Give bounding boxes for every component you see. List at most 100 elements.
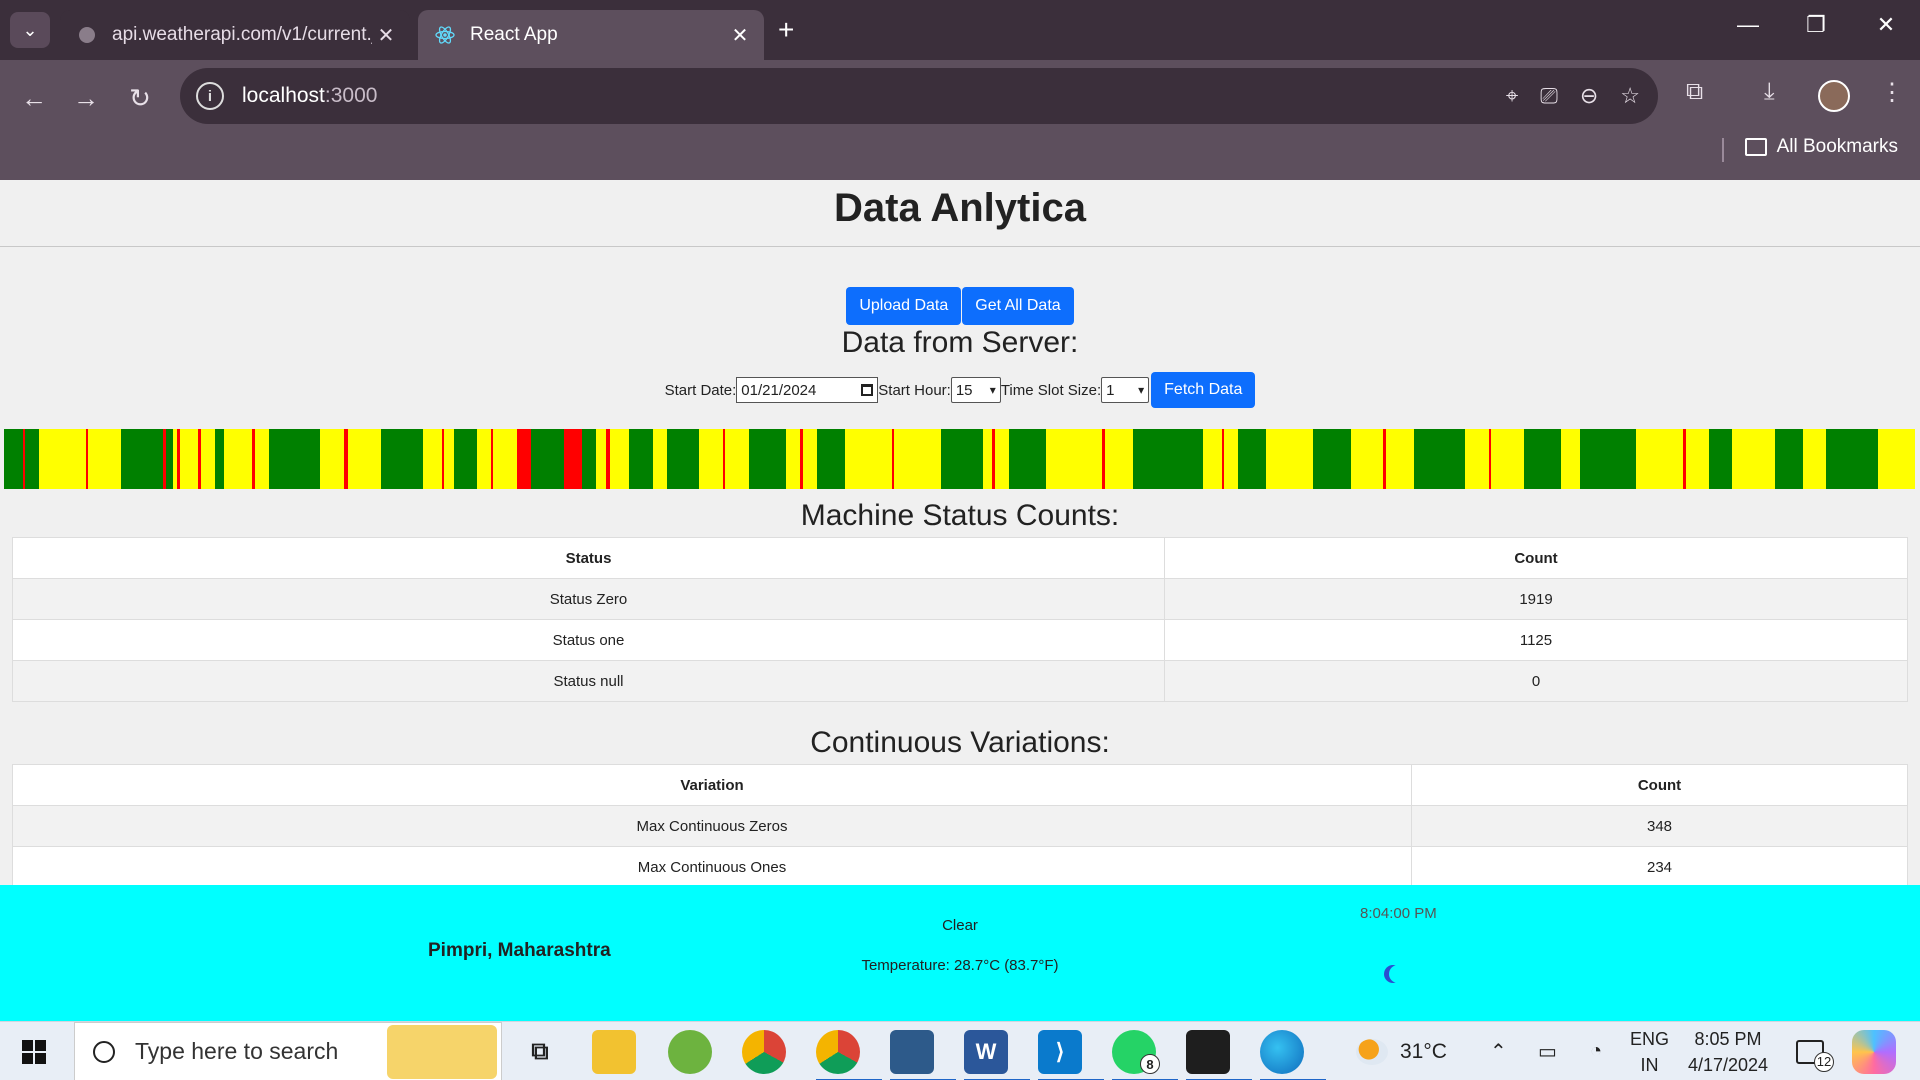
copilot-icon[interactable]: [1852, 1030, 1896, 1074]
close-icon[interactable]: ✕: [726, 23, 754, 48]
machine-status-heading: Machine Status Counts:: [800, 499, 1120, 532]
weather-widget[interactable]: 31°C: [1356, 1022, 1447, 1080]
status-segment: [381, 429, 424, 489]
bookmark-star-icon[interactable]: ☆: [1620, 83, 1640, 109]
browser-tab-bar: ⌄ api.weatherapi.com/v1/current.j ✕ Reac…: [0, 0, 1920, 60]
back-icon[interactable]: ←: [14, 78, 54, 118]
status-segment: [1561, 429, 1581, 489]
install-app-icon[interactable]: ⎚: [1540, 83, 1558, 109]
close-window-icon[interactable]: ✕: [1866, 12, 1906, 38]
status-segment: [320, 429, 344, 489]
mysql-workbench-icon[interactable]: [890, 1030, 956, 1080]
status-count: 1919: [1164, 578, 1908, 620]
table-row: Max Continuous Zeros 348: [12, 805, 1908, 847]
minimize-icon[interactable]: —: [1728, 12, 1768, 38]
network-icon[interactable]: ◔: [1590, 1022, 1602, 1080]
column-header: Variation: [12, 764, 1412, 806]
calendar-icon[interactable]: [861, 384, 874, 396]
variation-label: Max Continuous Ones: [12, 846, 1412, 885]
whatsapp-icon[interactable]: 8: [1112, 1030, 1178, 1080]
task-view-icon[interactable]: ⧉: [518, 1030, 562, 1074]
zoom-icon[interactable]: ⊖: [1580, 83, 1598, 109]
status-segment: [423, 429, 442, 489]
chrome-profile-icon[interactable]: [816, 1030, 882, 1080]
variation-label: Max Continuous Zeros: [12, 805, 1412, 847]
forward-icon[interactable]: →: [66, 78, 106, 118]
weather-temperature: Temperature: 28.7°C (83.7°F): [861, 957, 1059, 974]
start-date-label: Start Date:: [664, 381, 737, 399]
status-segment: [893, 429, 941, 489]
chrome-icon[interactable]: [742, 1030, 786, 1074]
status-segment: [1266, 429, 1314, 489]
reload-icon[interactable]: ↻: [120, 78, 160, 118]
new-tab-icon[interactable]: +: [778, 14, 794, 46]
status-segment: [1580, 429, 1637, 489]
status-label: Status one: [12, 619, 1165, 661]
notifications-icon[interactable]: 12: [1796, 1022, 1834, 1080]
status-segment: [1132, 429, 1204, 489]
battery-icon[interactable]: ▭: [1538, 1022, 1557, 1080]
status-segment: [940, 429, 983, 489]
upload-data-button[interactable]: Upload Data: [846, 287, 962, 325]
tab-title: api.weatherapi.com/v1/current.j: [112, 24, 372, 45]
site-info-icon[interactable]: i: [196, 82, 224, 110]
table-row: Status one 1125: [12, 619, 1908, 661]
vscode-icon[interactable]: ⟩: [1038, 1030, 1104, 1080]
taskbar-temperature: 31°C: [1400, 1039, 1447, 1063]
extensions-icon[interactable]: ⧉: [1686, 78, 1703, 106]
tab-weatherapi[interactable]: api.weatherapi.com/v1/current.j ✕: [60, 10, 410, 60]
terminal-icon[interactable]: [1186, 1030, 1252, 1080]
all-bookmarks-button[interactable]: All Bookmarks: [1744, 136, 1898, 158]
status-segment: [1413, 429, 1466, 489]
windows-taskbar: Type here to search ⧉ W ⟩ 8 31°C ⌃ ▭ ◔ E…: [0, 1021, 1920, 1080]
folder-icon: [1744, 138, 1767, 156]
weather-cloud-icon: [1356, 1038, 1388, 1065]
table-row: Max Continuous Ones 234: [12, 846, 1908, 885]
status-segment: [200, 429, 215, 489]
status-segment: [224, 429, 253, 489]
spring-tool-icon[interactable]: [668, 1030, 712, 1074]
status-segment: [802, 429, 817, 489]
start-date-input[interactable]: 01/21/2024: [736, 377, 879, 403]
download-icon[interactable]: ⤓: [1764, 78, 1775, 106]
close-icon[interactable]: ✕: [372, 23, 400, 48]
browser-toolbar: ← → ↻ i localhost:3000 ⌖ ⎚ ⊖ ☆ ⧉ ⤓ ⋮ All…: [0, 60, 1920, 180]
status-segment: [453, 429, 478, 489]
taskbar-search[interactable]: Type here to search: [74, 1022, 502, 1080]
clock[interactable]: 8:05 PM 4/17/2024: [1686, 1022, 1770, 1080]
status-segment: [596, 429, 606, 489]
get-all-data-button[interactable]: Get All Data: [962, 287, 1074, 325]
status-segment: [25, 429, 40, 489]
word-icon[interactable]: W: [964, 1030, 1030, 1080]
show-hidden-icons[interactable]: ⌃: [1490, 1022, 1507, 1080]
status-segment: [748, 429, 787, 489]
variations-table: Variation Count Max Continuous Zeros 348…: [12, 764, 1908, 885]
language-indicator[interactable]: ENG IN: [1630, 1022, 1669, 1080]
status-segment: [1465, 429, 1489, 489]
address-bar-actions: ⌖ ⎚ ⊖ ☆: [1506, 68, 1640, 124]
status-segment: [1008, 429, 1047, 489]
tab-react-app[interactable]: React App ✕: [418, 10, 764, 60]
start-hour-select[interactable]: 15 ▾: [950, 377, 1001, 403]
file-explorer-icon[interactable]: [592, 1030, 636, 1074]
notification-count: 12: [1814, 1051, 1834, 1072]
address-bar[interactable]: i localhost:3000 ⌖ ⎚ ⊖ ☆: [180, 68, 1658, 124]
status-segment: [1802, 429, 1827, 489]
status-segment: [1732, 429, 1775, 489]
variation-count: 348: [1411, 805, 1908, 847]
menu-kebab-icon[interactable]: ⋮: [1880, 78, 1904, 107]
restore-icon[interactable]: ❐: [1796, 12, 1836, 38]
tab-search-button[interactable]: ⌄: [10, 12, 50, 48]
windows-start-icon[interactable]: [22, 1040, 46, 1064]
location-icon[interactable]: ⌖: [1506, 83, 1518, 109]
fetch-controls: Start Date: 01/21/2024 Start Hour: 15 ▾ …: [0, 372, 1920, 408]
status-segment: [1636, 429, 1684, 489]
status-label: Status Zero: [12, 578, 1165, 620]
fetch-data-button[interactable]: Fetch Data: [1151, 372, 1256, 408]
status-segment: [994, 429, 1009, 489]
status-segment: [254, 429, 269, 489]
profile-avatar[interactable]: [1818, 80, 1850, 112]
time-slot-size-select[interactable]: 1 ▾: [1101, 377, 1150, 403]
status-timeline-strip: [4, 429, 1916, 489]
edge-icon[interactable]: [1260, 1030, 1326, 1080]
